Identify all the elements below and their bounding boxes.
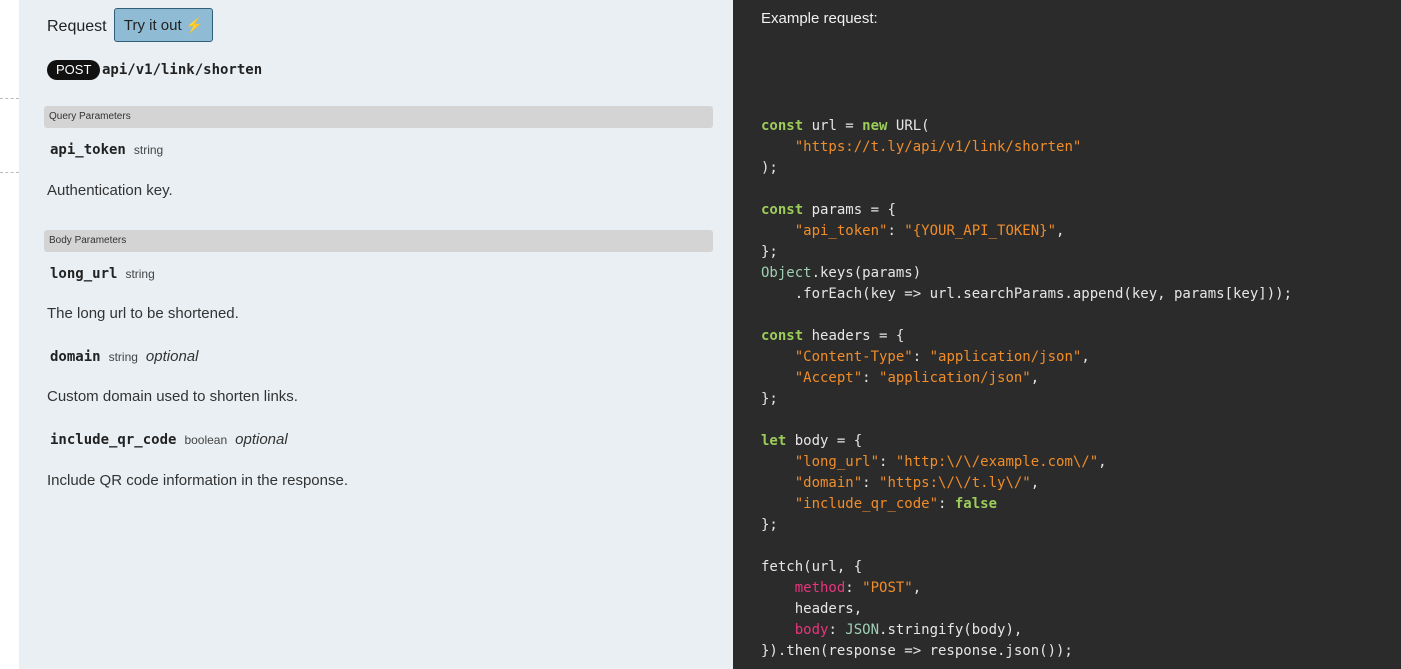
param-domain: domain string optional [50,348,198,365]
code-string: "api_token" [794,223,888,239]
code-block: const url = new URL( "https://t.ly/api/v… [761,118,1293,659]
sidebar-divider [0,98,19,99]
param-type: string [108,350,138,364]
request-label: Request [47,18,107,35]
param-name: include_qr_code [50,432,177,448]
param-include-qr-code: include_qr_code boolean optional [50,431,288,448]
sidebar-divider [0,172,19,173]
example-request-label: Example request: [761,10,878,27]
code-string: "{YOUR_API_TOKEN}" [904,223,1057,239]
code-string: "POST" [862,580,913,596]
code-string: "http:\/\/example.com\/" [895,454,1099,470]
code-string: "Accept" [794,370,863,386]
param-name: domain [50,349,101,365]
param-long-url: long_url string [50,266,155,282]
code-string: "domain" [794,475,863,491]
body-parameters-header: Body Parameters [44,230,713,252]
sidebar-strip [0,0,19,669]
code-string: "Content-Type" [794,349,913,365]
param-type: boolean [184,433,228,447]
code-string: "application/json" [929,349,1082,365]
param-name: long_url [50,266,118,282]
try-it-out-button[interactable]: Try it out ⚡ [114,8,213,42]
endpoint-path: api/v1/link/shorten [102,62,263,78]
code-string: "include_qr_code" [794,496,939,512]
param-description: Authentication key. [47,182,173,199]
query-parameters-header: Query Parameters [44,106,713,128]
param-type: string [133,143,164,157]
param-api-token: api_token string [50,142,163,158]
method-badge: POST [47,60,101,80]
param-description: The long url to be shortened. [47,305,239,322]
lightning-bolt-icon: ⚡ [185,16,204,33]
code-string: "application/json" [879,370,1031,386]
param-optional-flag: optional [235,431,288,448]
param-description: Custom domain used to shorten links. [47,388,298,405]
try-it-out-label: Try it out [123,16,182,34]
param-name: api_token [50,142,126,158]
request-panel: Request Try it out ⚡ POST api/v1/link/sh… [19,0,733,669]
param-type: string [125,267,155,281]
param-description: Include QR code information in the respo… [47,472,349,489]
param-optional-flag: optional [145,348,199,365]
example-panel: Example request: const url = new URL( "h… [733,0,1401,669]
code-url-string: "https://t.ly/api/v1/link/shorten" [794,139,1082,155]
code-string: "https:\/\/t.ly\/" [879,475,1031,491]
code-string: "long_url" [794,454,880,470]
